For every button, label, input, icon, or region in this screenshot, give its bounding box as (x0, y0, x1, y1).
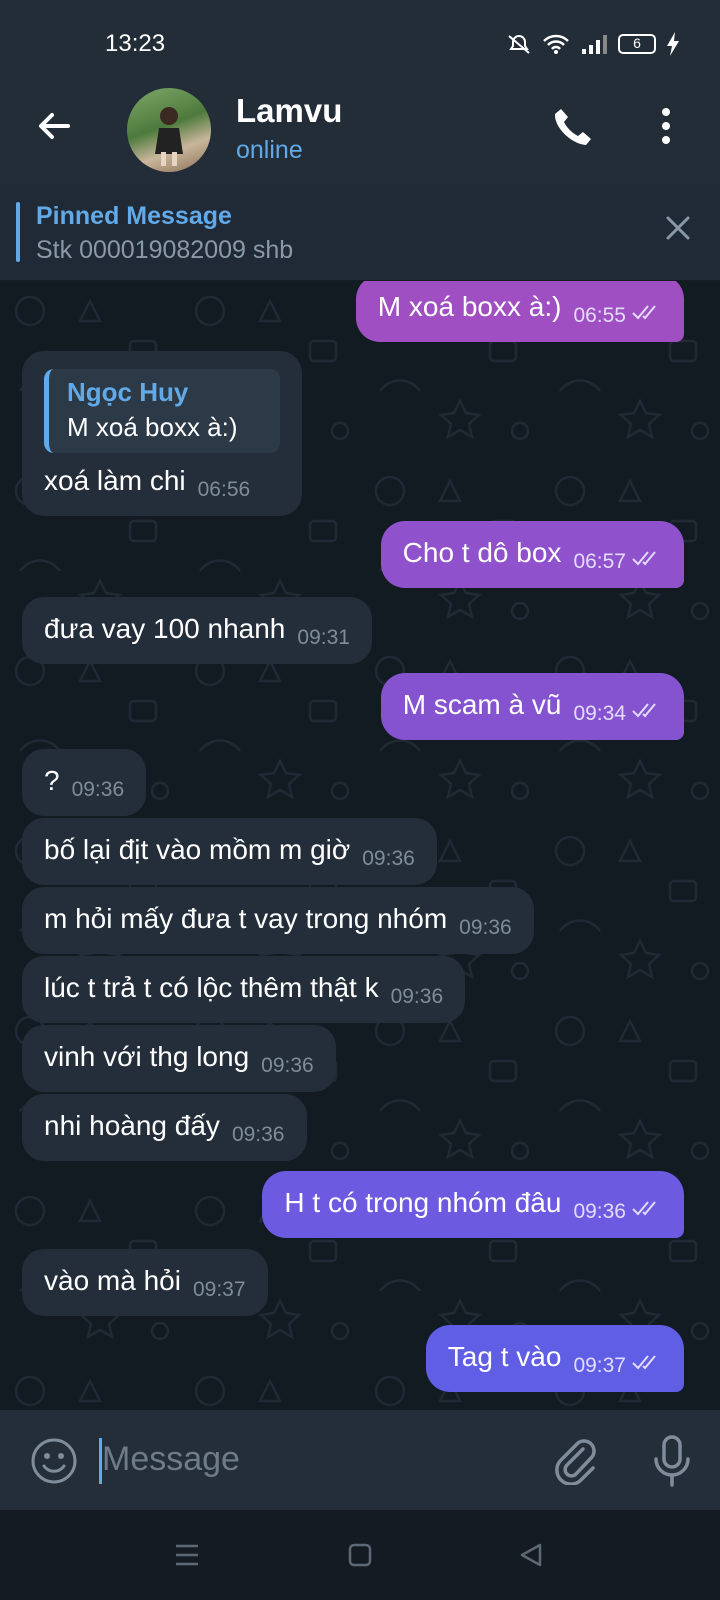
message-bubble-in[interactable]: ? 09:36 (22, 749, 147, 816)
double-check-icon (632, 1355, 656, 1370)
message-bubble-in[interactable]: vào mà hỏi 09:37 (22, 1249, 268, 1316)
message-bubble-in[interactable]: nhi hoàng đấy 09:36 (22, 1094, 307, 1161)
message-bubble-out[interactable]: M scam à vũ 09:34 (380, 673, 684, 740)
close-icon[interactable] (664, 214, 692, 242)
message-text: M scam à vũ (402, 689, 562, 720)
message-bubble-out[interactable]: Tag t vào 09:37 (425, 1325, 684, 1392)
status-time: 13:23 (105, 30, 166, 57)
message-bubble-in[interactable]: đưa vay 100 nhanh 09:31 (22, 597, 372, 664)
message-bubble-in[interactable]: Ngọc Huy M xoá boxx à:) xoá làm chi 06:56 (22, 351, 302, 516)
message-time: 09:36 (231, 1123, 285, 1146)
pinned-accent-bar (16, 202, 20, 262)
message-bubble-out[interactable]: M xoá boxx à:) 06:55 (355, 281, 684, 342)
message-text: M xoá boxx à:) (377, 291, 562, 322)
mute-icon (508, 35, 530, 54)
more-vertical-icon[interactable] (660, 106, 672, 146)
double-check-icon (632, 551, 656, 566)
message-time: 06:56 (197, 478, 251, 501)
message-bubble-in[interactable]: bố lại địt vào mồm m giờ 09:36 (22, 818, 437, 885)
message-time: 09:31 (297, 626, 350, 649)
message-bubble-out[interactable]: Cho t dô box 06:57 (380, 521, 684, 588)
back-icon[interactable] (518, 1542, 544, 1568)
message-time: 09:36 (573, 1200, 626, 1223)
message-bubble-out[interactable]: H t có trong nhóm đâu 09:36 (262, 1171, 684, 1238)
message-bubble-in[interactable]: m hỏi mấy đưa t vay trong nhóm 09:36 (22, 887, 534, 954)
message-text: m hỏi mấy đưa t vay trong nhóm (44, 903, 448, 934)
message-text: ? (44, 765, 60, 796)
message-time: 09:36 (71, 778, 125, 801)
reply-text: M xoá boxx à:) (67, 412, 238, 442)
pinned-message[interactable]: Pinned Message Stk 000019082009 shb (0, 184, 720, 281)
contact-name[interactable]: Lamvu (236, 92, 342, 130)
menu-icon[interactable] (174, 1542, 200, 1568)
message-text: Tag t vào (447, 1341, 562, 1372)
battery-icon: 6 (618, 34, 656, 54)
pinned-title: Pinned Message (36, 202, 232, 230)
phone-icon[interactable] (552, 106, 592, 148)
chat-header: Lamvu online (0, 84, 720, 184)
charging-icon (667, 32, 679, 56)
message-text: xoá làm chi (44, 465, 186, 496)
message-list[interactable]: M xoá boxx à:) 06:55 Ngọc Huy M xoá boxx … (0, 281, 720, 1410)
reply-author: Ngọc Huy (67, 377, 189, 407)
status-icons: 6 (506, 32, 680, 56)
message-text: Cho t dô box (402, 537, 562, 568)
message-text: nhi hoàng đấy (44, 1110, 220, 1141)
message-time: 09:36 (362, 847, 415, 870)
message-composer: Message (0, 1410, 720, 1510)
message-time: 06:57 (573, 550, 626, 573)
message-text: H t có trong nhóm đâu (284, 1187, 562, 1218)
message-time: 09:37 (192, 1278, 246, 1301)
avatar[interactable] (127, 88, 211, 172)
message-text: bố lại địt vào mồm m giờ (44, 834, 351, 865)
message-time: 09:36 (390, 985, 444, 1008)
message-text: lúc t trả t có lộc thêm thật k (44, 972, 379, 1003)
reply-preview[interactable]: Ngọc Huy M xoá boxx à:) (44, 369, 280, 453)
message-text: vinh với thg long (44, 1041, 250, 1072)
system-navigation-bar (0, 1510, 720, 1600)
microphone-icon[interactable] (652, 1435, 692, 1487)
emoji-icon[interactable] (30, 1437, 78, 1485)
message-time: 09:36 (261, 1054, 314, 1077)
back-arrow-icon[interactable] (34, 106, 74, 146)
message-time: 09:34 (573, 702, 626, 725)
message-input[interactable]: Message (102, 1440, 240, 1479)
message-time: 06:55 (573, 304, 626, 327)
double-check-icon (632, 703, 656, 718)
double-check-icon (632, 305, 656, 320)
contact-status: online (236, 136, 303, 164)
message-text: đưa vay 100 nhanh (44, 613, 286, 644)
signal-icon (582, 35, 607, 54)
pinned-text: Stk 000019082009 shb (36, 236, 294, 264)
message-text: vào mà hỏi (44, 1265, 181, 1296)
wifi-icon (543, 34, 569, 54)
message-time: 09:37 (573, 1354, 626, 1377)
message-bubble-in[interactable]: vinh với thg long 09:36 (22, 1025, 336, 1092)
attach-icon[interactable] (553, 1437, 597, 1485)
home-icon[interactable] (348, 1542, 372, 1568)
battery-level: 6 (633, 35, 641, 51)
status-bar: 13:23 6 (0, 0, 720, 84)
message-time: 09:36 (459, 916, 512, 939)
message-bubble-in[interactable]: lúc t trả t có lộc thêm thật k 09:36 (22, 956, 466, 1023)
double-check-icon (632, 1201, 656, 1216)
